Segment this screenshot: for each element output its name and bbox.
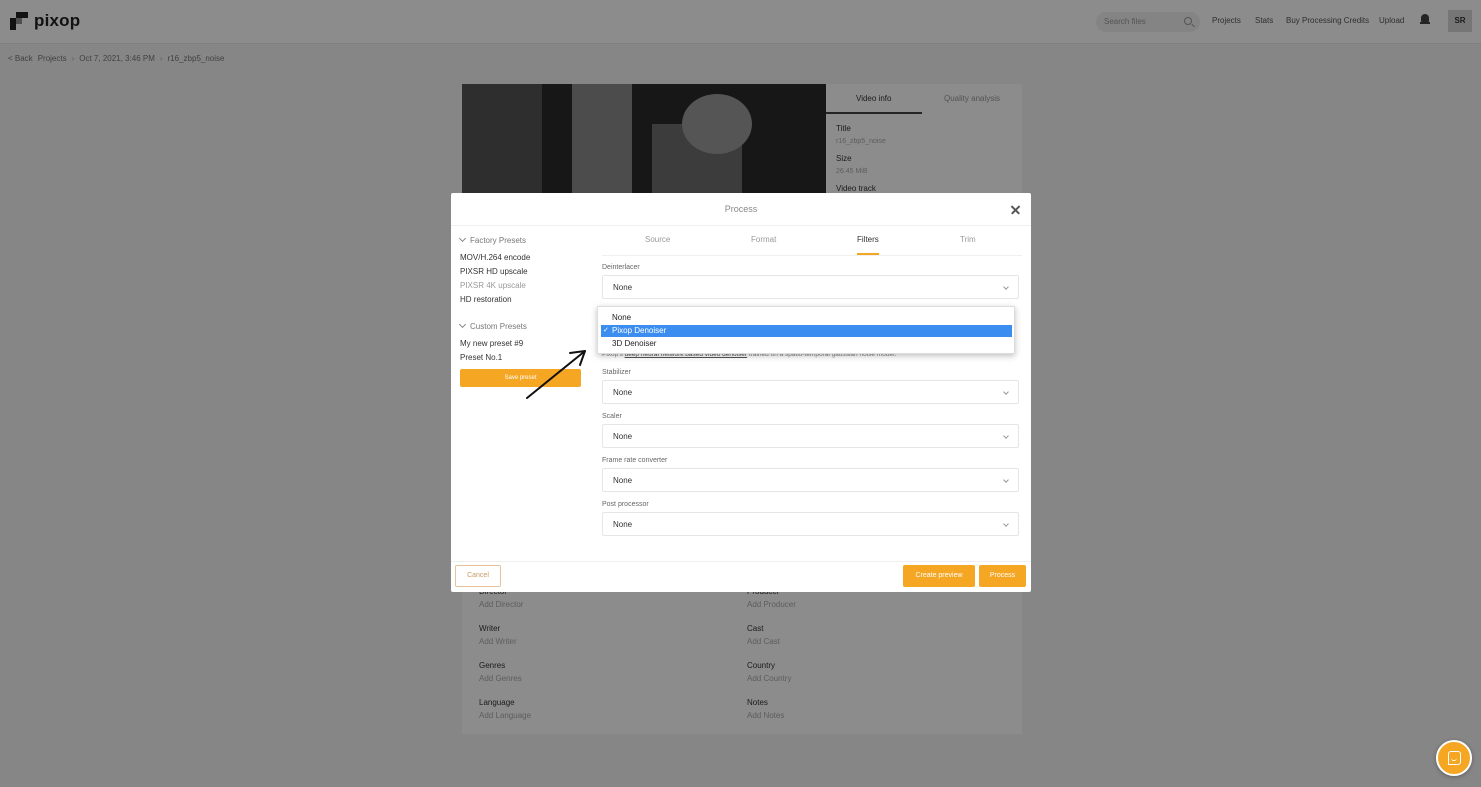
annotation-arrow-icon — [526, 350, 586, 399]
chat-button[interactable] — [1436, 740, 1472, 776]
chat-icon — [1448, 751, 1461, 765]
